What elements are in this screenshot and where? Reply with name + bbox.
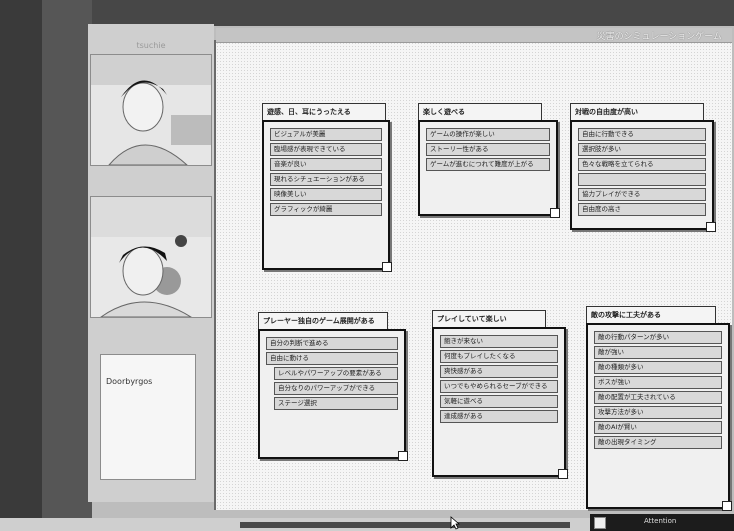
card-item[interactable]: 臨場感が表現できている [270, 143, 382, 156]
chat-box[interactable]: Doorbyrgos [100, 354, 196, 480]
card-item[interactable]: 攻撃方法が多い [594, 406, 722, 419]
note-card[interactable]: プレーヤー独自のゲーム展開がある自分の判断で進める 自由に動けるレベルやパワーアッ… [258, 312, 408, 461]
resize-handle-icon[interactable] [382, 262, 392, 272]
note-card[interactable]: 楽しく遊べる ゲームの操作が楽しい ストーリー性がある ゲームが進むにつれて難度が上が… [418, 103, 560, 218]
resize-handle-icon[interactable] [706, 222, 716, 232]
card-item[interactable]: いつでもやめられるセーブができる [440, 380, 558, 393]
card-body: ビジュアルが美麗 臨場感が表現できている 音楽が良い現れるシチュエーションがある 映像… [262, 120, 392, 272]
resize-handle-icon[interactable] [398, 451, 408, 461]
card-item[interactable]: 自分の判断で進める [266, 337, 398, 350]
card-item[interactable]: 何度もプレイしたくなる [440, 350, 558, 363]
card-item[interactable]: 敵の行動パターンが多い [594, 331, 722, 344]
card-item[interactable]: 爽快感がある [440, 365, 558, 378]
note-card[interactable]: 遊感、日、耳にうったえるビジュアルが美麗 臨場感が表現できている 音楽が良い現れるシ… [262, 103, 392, 272]
note-card[interactable]: プレイしていて楽しい 飽きが来ない 何度もプレイしたくなる 爽快感がある いつでもやめら… [432, 310, 568, 479]
card-title[interactable]: 敵の攻撃に工夫がある [586, 306, 716, 324]
video-feed-1-label: tsuchie [136, 41, 166, 50]
card-item[interactable]: 色々な戦略を立てられる [578, 158, 706, 171]
horizontal-scrollbar[interactable] [240, 522, 570, 528]
note-card[interactable]: 敵の攻撃に工夫がある敵の行動パターンが多い 敵が強い敵の種類が多い ボスが強い敵の配… [586, 306, 732, 511]
card-item[interactable]: 敵の出現タイミング [594, 436, 722, 449]
card-item[interactable]: 達成感がある [440, 410, 558, 423]
card-item[interactable]: 敵が強い [594, 346, 722, 359]
card-item[interactable]: グラフィックが綺麗 [270, 203, 382, 216]
card-item[interactable]: 飽きが来ない [440, 335, 558, 348]
card-item[interactable]: 音楽が良い [270, 158, 382, 171]
card-title[interactable]: 楽しく遊べる [418, 103, 542, 121]
card-item[interactable]: 敵の配置が工夫されている [594, 391, 722, 404]
card-item[interactable]: 敵のAIが賢い [594, 421, 722, 434]
card-title[interactable]: プレイしていて楽しい [432, 310, 546, 328]
card-item[interactable]: 選択肢が多い [578, 143, 706, 156]
card-item[interactable]: 現れるシチュエーションがある [270, 173, 382, 186]
card-item[interactable]: ストーリー性がある [426, 143, 550, 156]
resize-handle-icon[interactable] [722, 501, 732, 511]
card-title[interactable]: 対戦の自由度が高い [570, 103, 704, 121]
card-body: 自分の判断で進める 自由に動けるレベルやパワーアップの要素がある 自分なりのパワーア… [258, 329, 408, 461]
resize-handle-icon[interactable] [550, 208, 560, 218]
card-item[interactable]: 協力プレイができる [578, 188, 706, 201]
card-item[interactable]: 映像美しい [270, 188, 382, 201]
card-item[interactable]: 自由度の高さ [578, 203, 706, 216]
card-body: 敵の行動パターンが多い 敵が強い敵の種類が多い ボスが強い敵の配置が工夫されている攻… [586, 323, 732, 511]
video-panel: tsuchie Doorbyrgos [88, 24, 214, 502]
card-title[interactable]: プレーヤー独自のゲーム展開がある [258, 312, 388, 330]
chat-text: Doorbyrgos [106, 377, 153, 386]
card-item[interactable]: 敵の種類が多い [594, 361, 722, 374]
title-bar[interactable]: 災害のシミュレーションゲーム [216, 28, 732, 43]
card-item[interactable]: 自由に行動できる [578, 128, 706, 141]
card-item[interactable]: ゲームが進むにつれて難度が上がる [426, 158, 550, 171]
card-item[interactable]: ステージ選択 [274, 397, 398, 410]
card-item[interactable]: 自分なりのパワーアップができる [274, 382, 398, 395]
monitor-bezel-top [0, 0, 734, 26]
card-item[interactable]: レベルやパワーアップの要素がある [274, 367, 398, 380]
card-item[interactable]: 自由に動ける [266, 352, 398, 365]
video-feed-2-label [88, 184, 214, 196]
taskbar: Attention [590, 514, 734, 531]
card-item[interactable]: 気軽に遊べる [440, 395, 558, 408]
window-title: 災害のシミュレーションゲーム [596, 32, 722, 42]
card-body: 飽きが来ない 何度もプレイしたくなる 爽快感がある いつでもやめられるセーブができる気… [432, 327, 568, 479]
card-item[interactable]: ボスが強い [594, 376, 722, 389]
video-feed-2[interactable] [90, 196, 212, 318]
monitor-bezel-left [0, 0, 92, 531]
video-feed-1[interactable] [90, 54, 212, 166]
card-title[interactable]: 遊感、日、耳にうったえる [262, 103, 386, 121]
card-item[interactable]: ビジュアルが美麗 [270, 128, 382, 141]
taskbar-text: Attention [644, 517, 677, 525]
card-item[interactable] [578, 173, 706, 186]
card-body: 自由に行動できる 選択肢が多い 色々な戦略を立てられる 協力プレイができる 自由度の高さ [570, 120, 716, 232]
resize-handle-icon[interactable] [558, 469, 568, 479]
mouse-cursor-icon [450, 516, 460, 530]
note-card[interactable]: 対戦の自由度が高い 自由に行動できる 選択肢が多い 色々な戦略を立てられる 協力プレイが… [570, 103, 716, 232]
card-item[interactable]: ゲームの操作が楽しい [426, 128, 550, 141]
card-body: ゲームの操作が楽しい ストーリー性がある ゲームが進むにつれて難度が上がる [418, 120, 560, 218]
taskbar-button[interactable] [594, 517, 606, 529]
